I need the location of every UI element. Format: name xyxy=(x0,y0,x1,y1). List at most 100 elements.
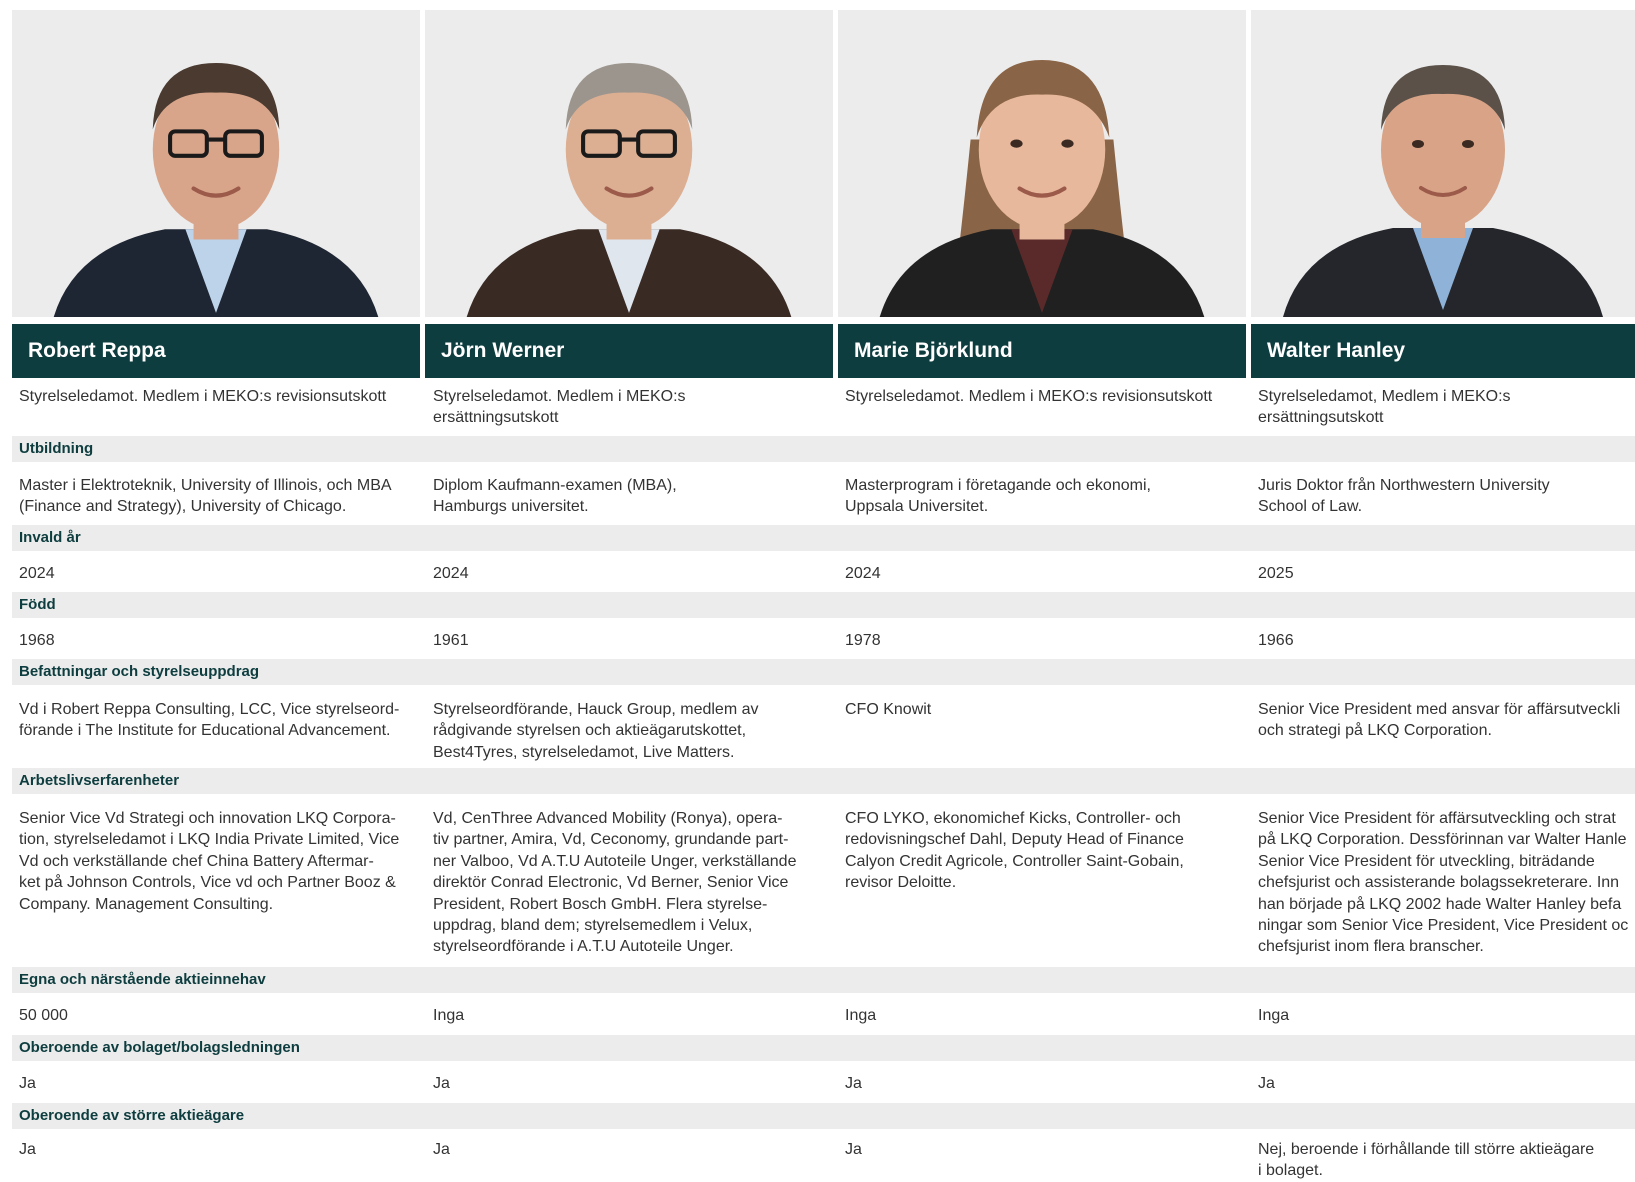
member-positions: Styrelseordförande, Hauck Group, medlem … xyxy=(433,699,831,763)
member-independent-company: Ja xyxy=(433,1075,450,1092)
member-holdings: Inga xyxy=(845,1007,877,1024)
member-experience: Senior Vice Vd Strategi och innovation L… xyxy=(19,808,417,915)
text-line: Vd i Robert Reppa Consulting, LCC, Vice … xyxy=(19,701,400,718)
section-label-independent-shareholders: Oberoende av större aktieägare xyxy=(19,1107,245,1124)
member-independent-shareholders: Ja xyxy=(433,1139,831,1160)
text-line: i bolaget. xyxy=(1258,1162,1323,1180)
section-label-elected: Invald år xyxy=(19,529,81,546)
text-line: CFO LYKO, ekonomichef Kicks, Controller-… xyxy=(845,810,1181,827)
member-independent-company: Ja xyxy=(19,1075,36,1092)
text-line: School of Law. xyxy=(1258,498,1363,516)
member-role: Styrelseledamot. Medlem i MEKO:s ersättni… xyxy=(433,386,831,429)
member-education: Juris Doktor från Northwestern Universit… xyxy=(1258,475,1635,518)
text-line: ersättningsutskott xyxy=(1258,409,1384,427)
member-role: Styrelseledamot, Medlem i MEKO:s ersättni… xyxy=(1258,386,1635,429)
text-line: Vd, CenThree Advanced Mobility (Ronya), … xyxy=(433,810,783,827)
text-line: Vd och verkställande chef China Battery … xyxy=(19,852,374,870)
member-education: Diplom Kaufmann-examen (MBA), Hamburgs un… xyxy=(433,475,831,518)
section-label-experience: Arbetslivserfarenheter xyxy=(19,772,180,789)
text-line: (Finance and Strategy), University of Ch… xyxy=(19,498,347,516)
text-line: Nej, beroende i förhållande till större … xyxy=(1258,1141,1595,1158)
section-band-born xyxy=(12,592,1635,618)
text-line: Styrelseledamot, Medlem i MEKO:s xyxy=(1258,388,1511,405)
text-line: han började på LKQ 2002 hade Walter Hanl… xyxy=(1258,895,1622,913)
member-born: 1978 xyxy=(845,632,881,649)
text-line: redovisningschef Dahl, Deputy Head of Fi… xyxy=(845,831,1184,849)
member-independent-shareholders: Ja xyxy=(19,1139,417,1160)
text-line: Diplom Kaufmann-examen (MBA), xyxy=(433,477,677,494)
member-experience: Senior Vice President för affärsutveckli… xyxy=(1258,808,1635,958)
text-line: styrelseordförande i A.T.U Autoteile Ung… xyxy=(433,938,734,956)
member-elected: 2024 xyxy=(19,565,55,582)
text-line: Senior Vice President för utveckling, bi… xyxy=(1258,852,1595,870)
member-photo xyxy=(838,10,1246,317)
member-elected: 2025 xyxy=(1258,565,1294,582)
text-line: direktör Conrad Electronic, Vd Berner, S… xyxy=(433,874,789,892)
section-label-independent-company: Oberoende av bolaget/bolagsledningen xyxy=(19,1039,300,1056)
section-label-education: Utbildning xyxy=(19,440,94,457)
text-line: revisor Deloitte. xyxy=(845,874,957,892)
text-line: chefsjurist och assisterande bolagssekre… xyxy=(1258,874,1620,892)
text-line: Senior Vice President för affärsutveckli… xyxy=(1258,810,1616,827)
member-born: 1968 xyxy=(19,632,55,649)
text-line: chefsjurist inom flera branscher. xyxy=(1258,938,1484,956)
member-independent-shareholders: Nej, beroende i förhållande till större … xyxy=(1258,1139,1635,1182)
text-line: och strategi på LKQ Corporation. xyxy=(1258,722,1492,740)
text-line: President, Robert Bosch GmbH. Flera styr… xyxy=(433,895,768,913)
member-role: Styrelseledamot. Medlem i MEKO:s revisio… xyxy=(845,386,1243,407)
text-line: Juris Doktor från Northwestern Universit… xyxy=(1258,477,1550,494)
text-line: Calyon Credit Agricole, Controller Saint… xyxy=(845,852,1184,870)
text-line: Masterprogram i företagande och ekonomi, xyxy=(845,477,1151,494)
member-elected: 2024 xyxy=(845,565,881,582)
member-positions: Senior Vice President med ansvar för aff… xyxy=(1258,699,1635,742)
text-line: Uppsala Universitet. xyxy=(845,498,989,516)
section-label-born: Född xyxy=(19,596,56,613)
text-line: uppdrag, bland dem; styrelsemedlem i Vel… xyxy=(433,917,753,935)
text-line: ningar som Senior Vice President, Vice P… xyxy=(1258,917,1629,935)
text-line: på LKQ Corporation. Dessförinnan var Wal… xyxy=(1258,831,1627,849)
text-line: Styrelseledamot. Medlem i MEKO:s revisio… xyxy=(845,388,1213,405)
text-line: Senior Vice Vd Strategi och innovation L… xyxy=(19,810,396,827)
member-photo xyxy=(1251,10,1635,317)
member-photo xyxy=(425,10,833,317)
text-line: förande i The Institute for Educational … xyxy=(19,722,391,740)
member-holdings: Inga xyxy=(433,1007,465,1024)
text-line: Ja xyxy=(433,1141,450,1158)
member-elected: 2024 xyxy=(433,565,469,582)
member-education: Master i Elektroteknik, University of Il… xyxy=(19,475,417,518)
section-band-elected xyxy=(12,525,1635,551)
member-positions: Vd i Robert Reppa Consulting, LCC, Vice … xyxy=(19,699,417,742)
member-born: 1961 xyxy=(433,632,469,649)
portrait-image xyxy=(466,63,792,317)
text-line: Company. Management Consulting. xyxy=(19,895,274,913)
text-line: Styrelseledamot. Medlem i MEKO:s revisio… xyxy=(19,388,387,405)
member-name: Jörn Werner xyxy=(425,324,833,378)
section-label-holdings: Egna och närstående aktieinnehav xyxy=(19,971,266,988)
member-holdings: Inga xyxy=(1258,1007,1290,1024)
text-line: Styrelseledamot. Medlem i MEKO:s xyxy=(433,388,686,405)
text-line: Ja xyxy=(19,1141,36,1158)
member-name: Robert Reppa xyxy=(12,324,420,378)
text-line: Hamburgs universitet. xyxy=(433,498,589,516)
member-name: Marie Björklund xyxy=(838,324,1246,378)
member-born: 1966 xyxy=(1258,632,1294,649)
portrait-image xyxy=(879,59,1205,317)
text-line: ersättningsutskott xyxy=(433,409,559,427)
member-education: Masterprogram i företagande och ekonomi,… xyxy=(845,475,1243,518)
member-independent-company: Ja xyxy=(1258,1075,1275,1092)
portrait-image xyxy=(1283,65,1603,317)
text-line: ket på Johnson Controls, Vice vd och Par… xyxy=(19,874,396,892)
member-experience: Vd, CenThree Advanced Mobility (Ronya), … xyxy=(433,808,831,958)
text-line: rådgivande styrelsen och aktieägarutskot… xyxy=(433,722,747,740)
text-line: Ja xyxy=(845,1141,862,1158)
member-name: Walter Hanley xyxy=(1251,324,1635,378)
section-band-experience xyxy=(12,768,1635,794)
board-member-sheet: Robert Reppa Jörn Werner Marie Björklund Wa… xyxy=(0,0,1635,1181)
text-line: tiv partner, Amira, Vd, Ceconomy, grunda… xyxy=(433,831,789,849)
text-line: Master i Elektroteknik, University of Il… xyxy=(19,477,392,494)
section-band-education xyxy=(12,436,1635,462)
section-label-positions: Befattningar och styrelseuppdrag xyxy=(19,663,260,680)
text-line: Best4Tyres, styrelseledamot, Live Matter… xyxy=(433,743,735,761)
text-line: CFO Knowit xyxy=(845,701,932,718)
text-line: tion, styrelseledamot i LKQ India Privat… xyxy=(19,831,400,849)
